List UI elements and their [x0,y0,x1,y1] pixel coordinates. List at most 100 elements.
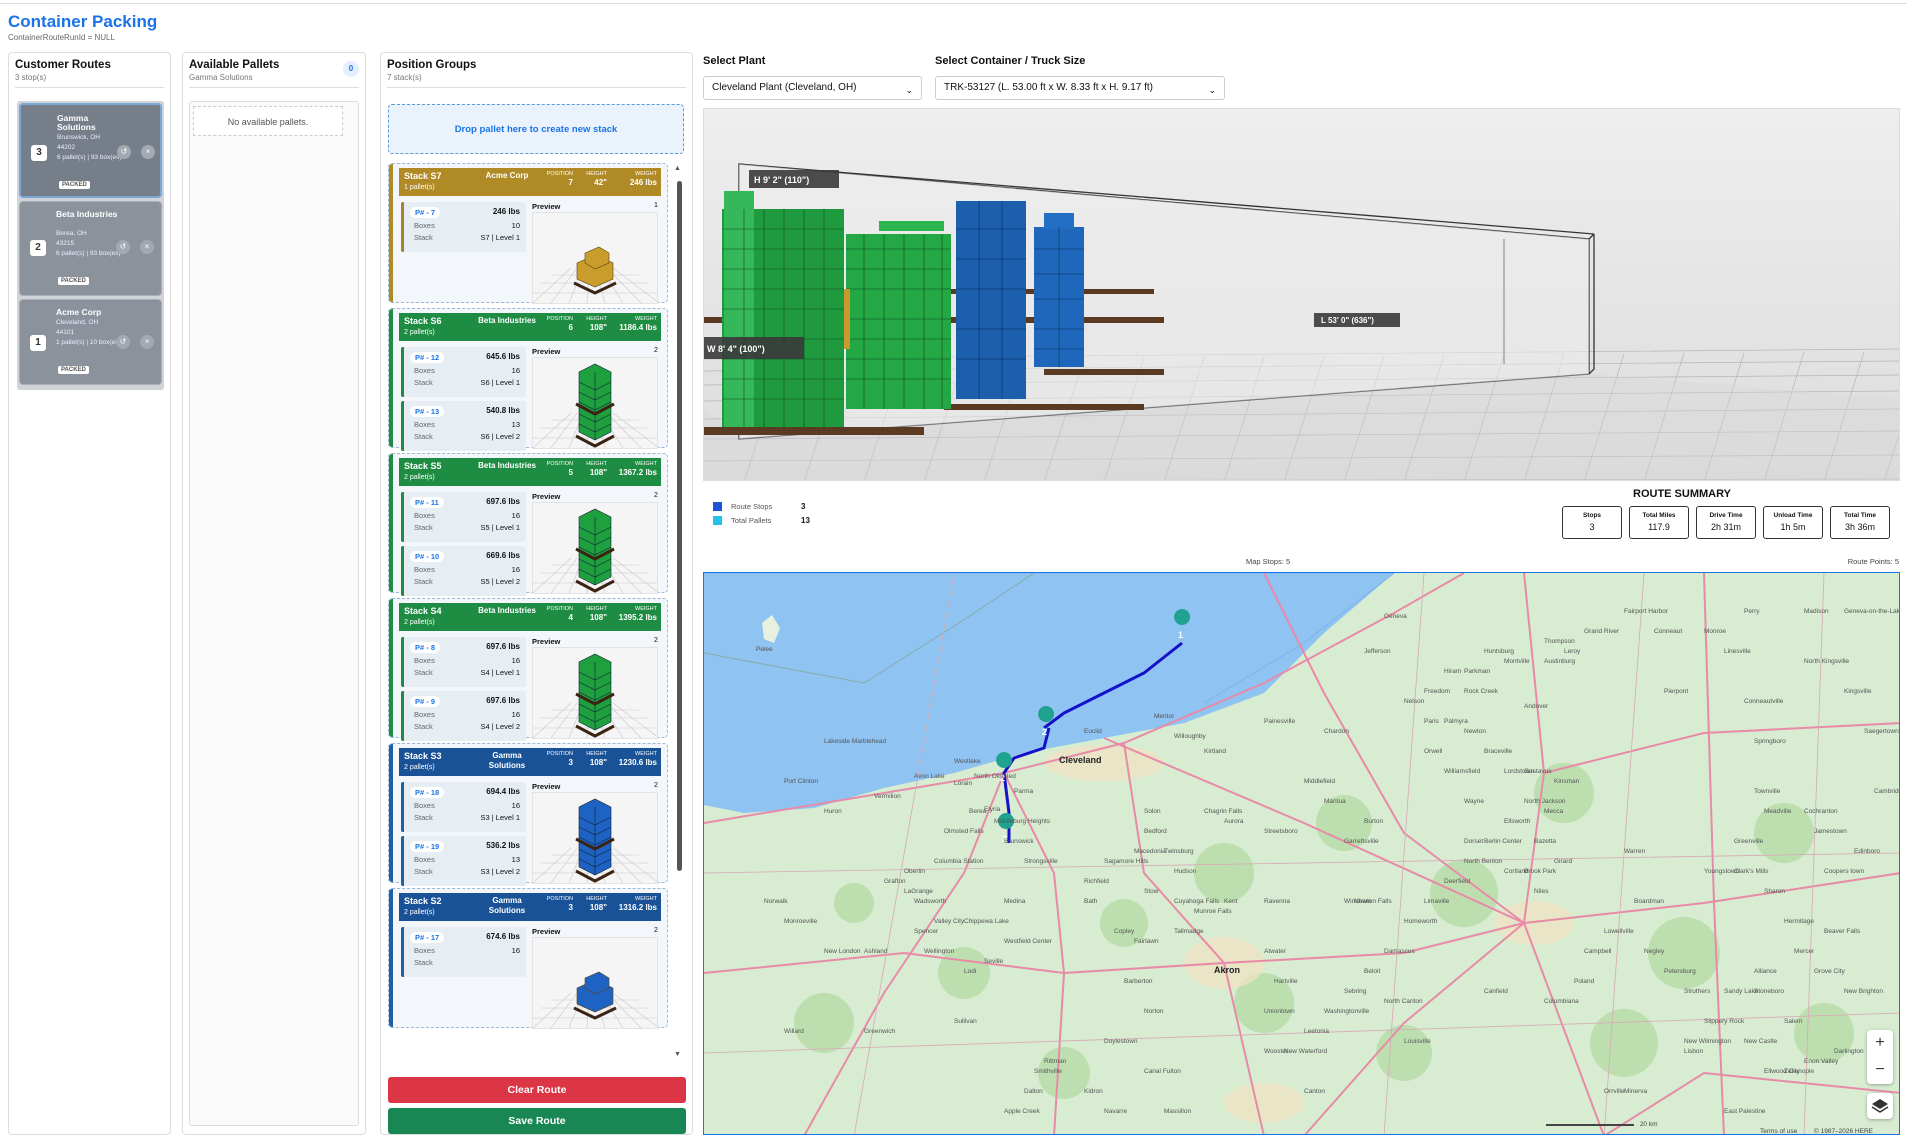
preview-count: 2 [654,637,658,644]
route-card[interactable]: 3 Gamma Solutions Brunswick, OH 44202 6 … [19,103,162,198]
city-label: Ellsworth [1504,818,1531,825]
city-label: Beloit [1364,968,1380,975]
stack-card[interactable]: Stack S5 2 pallet(s) Beta Industries POSITI… [388,453,668,596]
route-summary: 6 pallet(s) | 93 box(es) [56,250,121,257]
available-pallets-title: Available Pallets [189,59,280,71]
pallet-row[interactable]: P# - 12 645.6 lbs Boxes 16 Stack S6 | Level 1 [401,347,526,397]
city-label: Lorain [954,780,972,787]
height-value: 108" [589,758,607,767]
pallet-row[interactable]: P# - 17 674.6 lbs Boxes 16 Stack [401,927,526,977]
city-label: Huntsburg [1484,648,1514,655]
city-label: Jefferson [1364,648,1391,655]
pallet-row[interactable]: P# - 13 540.8 lbs Boxes 13 Stack S6 | Level 2 [401,401,526,451]
city-label: Girard [1554,858,1572,865]
clear-route-button[interactable]: Clear Route [388,1077,686,1103]
boxes-value: 16 [511,946,520,955]
pallet-row[interactable]: P# - 18 694.4 lbs Boxes 16 Stack S3 | Level 1 [401,782,526,832]
layers-button[interactable] [1867,1093,1893,1119]
stack-card[interactable]: Stack S3 2 pallet(s) Gamma Solutions POSITI… [388,743,668,886]
city-label: Limaville [1424,898,1450,905]
remove-icon[interactable]: × [140,335,154,349]
city-label: Akron [1214,965,1240,975]
total-pallets-legend-value: 13 [801,516,810,525]
route-customer-name: Acme Corp [56,307,102,317]
reset-icon[interactable]: ↺ [116,240,130,254]
stack-card[interactable]: Stack S6 2 pallet(s) Beta Industries POSITI… [388,308,668,451]
map-scale-bar: 20 km [1546,1121,1658,1128]
scroll-down-icon[interactable]: ▼ [674,1051,681,1058]
city-label: Mecca [1544,808,1564,815]
stack-label: Stack [414,867,433,876]
stack-level-value: S7 | Level 1 [480,233,520,242]
summary-unload-time: Unload Time 1h 5m [1763,506,1823,539]
pallet-id-badge: P# - 17 [410,932,445,943]
pallets-drop-area[interactable] [189,101,359,1126]
city-label: Enon Valley [1804,1058,1839,1065]
summary-value: 3h 36m [1844,522,1876,532]
pallet-row[interactable]: P# - 19 536.2 lbs Boxes 13 Stack S3 | Level 2 [401,836,526,886]
remove-icon[interactable]: × [140,240,154,254]
pallet-row[interactable]: P# - 9 697.6 lbs Boxes 16 Stack S4 | Level 2 [401,691,526,741]
city-label: Washingtonville [1324,1008,1370,1015]
city-label: Willard [784,1028,804,1035]
container-select[interactable]: TRK-53127 (L. 53.00 ft x W. 8.33 ft x H.… [935,76,1225,100]
zoom-in-button[interactable]: + [1867,1030,1893,1056]
height-value: 108" [589,613,607,622]
stack-name: Stack S4 [404,606,442,616]
scrollbar[interactable] [677,181,682,871]
new-stack-drop-zone[interactable]: Drop pallet here to create new stack [388,104,684,154]
city-label: Montville [1504,658,1530,665]
city-label: Deerfield [1444,878,1470,885]
boxes-value: 13 [511,855,520,864]
terms-link[interactable]: Terms of use [1760,1128,1797,1134]
pallet-weight: 246 lbs [492,207,520,216]
route-city: Cleveland, OH [56,319,99,326]
city-label: Pierpont [1664,688,1688,695]
city-label: Elyria [984,806,1001,813]
route-map[interactable]: 1 2 2 3 Cleveland Akron Pelee Lorain Elyria S… [703,572,1900,1135]
position-value: 7 [568,178,573,187]
pallet-row[interactable]: P# - 10 669.6 lbs Boxes 16 Stack S5 | Level 2 [401,546,526,596]
route-zip: 44101 [56,329,75,336]
scroll-up-icon[interactable]: ▲ [674,165,681,172]
height-value: 108" [589,323,607,332]
pallet-row[interactable]: P# - 8 697.6 lbs Boxes 16 Stack S4 | Level 1 [401,637,526,687]
zoom-out-button[interactable]: − [1867,1057,1893,1083]
stack-card[interactable]: Stack S7 1 pallet(s) Acme Corp POSITION 7 HEI… [388,163,668,304]
pallet-row[interactable]: P# - 11 697.6 lbs Boxes 16 Stack S5 | Level 1 [401,492,526,542]
remove-icon[interactable]: × [141,145,155,159]
plant-select[interactable]: Cleveland Plant (Cleveland, OH) ⌄ [703,76,922,100]
city-label: Coopers town [1824,868,1864,875]
map-canvas: 1 2 2 3 ClevelandAkronPeleeLorainElyriaS… [704,573,1899,1134]
route-card[interactable]: 1 Acme Corp Cleveland, OH 44101 1 pallet… [19,299,162,385]
pallet-row[interactable]: P# - 7 246 lbs Boxes 10 Stack S7 | Level 1 [401,202,526,252]
empty-pallets-message: No available pallets. [193,106,343,136]
container-3d-viewer[interactable]: H 9' 2" (110") W 8' 4" (100") L 53' 0" (… [703,108,1900,481]
city-label: Ravenna [1264,898,1290,905]
city-label: Lisbon [1684,1048,1704,1055]
city-label: Kent [1224,898,1238,905]
stack-preview [532,212,660,304]
position-label: POSITION [546,896,573,902]
reset-icon[interactable]: ↺ [116,335,130,349]
stack-customer: Acme Corp [485,171,529,180]
pallet-id-badge: P# - 18 [410,787,445,798]
boxes-label: Boxes [414,221,435,230]
city-label: Strongsville [1024,858,1058,865]
summary-label: Stops [1582,512,1602,519]
city-label: Kidron [1084,1088,1103,1095]
pallet-id-badge: P# - 11 [410,497,444,508]
route-card[interactable]: 2 Beta Industries Berea, OH 43215 6 pall… [19,201,162,296]
stack-color-bar [389,309,393,447]
city-label: Williamsfield [1444,768,1481,775]
weight-label: WEIGHT [635,896,657,902]
stack-list[interactable]: Stack S2 2 pallet(s) Gamma Solutions POSITI… [388,163,684,1063]
divider [189,87,359,88]
stack-card[interactable]: Stack S4 2 pallet(s) Beta Industries POSITI… [388,598,668,741]
city-label: Monroe [1704,628,1726,635]
save-route-button[interactable]: Save Route [388,1108,686,1134]
stack-header: Stack S5 2 pallet(s) Beta Industries POSITI… [399,458,661,486]
reset-icon[interactable]: ↺ [117,145,131,159]
stack-card[interactable]: Stack S2 2 pallet(s) Gamma Solutions POSITI… [388,888,668,1029]
city-label: Minerva [1624,1088,1648,1095]
